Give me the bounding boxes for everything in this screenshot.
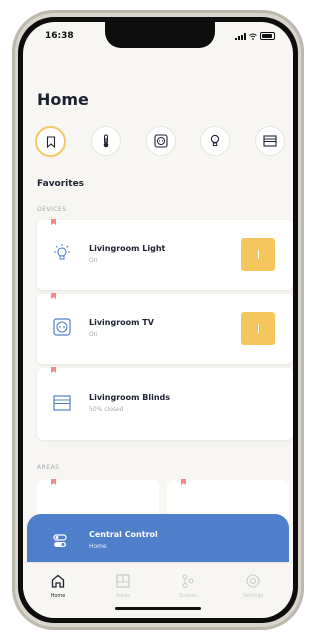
device-state: On — [89, 257, 98, 264]
pin-icon — [51, 293, 56, 299]
power-icon — [257, 324, 259, 333]
pin-icon — [51, 367, 56, 373]
notch — [105, 22, 215, 48]
category-lights[interactable] — [200, 126, 231, 156]
bookmark-icon — [46, 135, 55, 148]
pin-icon — [181, 479, 186, 485]
areas-label: AREAS — [37, 464, 60, 471]
device-card-livingroom-tv[interactable]: Livingroom TV On — [37, 293, 293, 364]
outlet-icon — [153, 134, 168, 148]
tab-label: Areas — [115, 593, 131, 599]
pin-icon — [51, 479, 56, 485]
thermometer-icon — [103, 134, 109, 148]
tab-label: Settings — [242, 593, 264, 599]
home-indicator[interactable] — [115, 607, 201, 610]
outlet-icon — [51, 316, 73, 338]
power-icon — [257, 250, 259, 259]
toggle-button[interactable] — [241, 238, 275, 271]
areas-icon — [116, 574, 130, 588]
category-climate[interactable] — [90, 126, 121, 156]
devices-label: DEVICES — [37, 206, 67, 213]
status-icons — [235, 32, 275, 40]
light-icon — [51, 242, 73, 264]
central-control-title: Central Control — [89, 530, 158, 539]
battery-icon — [260, 32, 275, 40]
device-card-livingroom-blinds[interactable]: Livingroom Blinds 50% closed — [37, 367, 293, 440]
device-card-livingroom-light[interactable]: Livingroom Light On — [37, 219, 293, 290]
central-control-subtitle: Home — [89, 543, 107, 550]
pin-icon — [51, 219, 56, 225]
tab-label: Scenes — [179, 593, 197, 599]
category-row — [35, 126, 285, 157]
favorites-heading: Favorites — [37, 179, 85, 189]
bulb-icon — [211, 134, 220, 147]
device-state: On — [89, 331, 98, 338]
category-outlets[interactable] — [145, 126, 176, 156]
tab-home[interactable]: Home — [33, 571, 83, 599]
home-icon — [51, 574, 65, 588]
device-name: Livingroom Blinds — [89, 393, 171, 402]
status-time: 16:38 — [45, 31, 74, 41]
app-screen: 16:38 Home Favorites DEVICES Livingroom … — [23, 22, 293, 618]
category-blinds[interactable] — [255, 126, 285, 156]
category-favorites[interactable] — [35, 126, 66, 157]
wifi-icon — [249, 33, 257, 40]
blinds-icon — [51, 392, 73, 414]
toggle-button[interactable] — [241, 312, 275, 345]
signal-icon — [235, 32, 246, 40]
tab-areas[interactable]: Areas — [98, 571, 148, 599]
tab-scenes[interactable]: Scenes — [163, 571, 213, 599]
device-state: 50% closed — [89, 406, 124, 413]
central-control-icon — [53, 534, 67, 547]
device-name: Livingroom Light — [89, 244, 166, 253]
tab-settings[interactable]: Settings — [228, 571, 278, 599]
blinds-icon — [263, 135, 277, 147]
page-title: Home — [37, 90, 89, 109]
settings-icon — [246, 574, 260, 588]
tab-label: Home — [50, 593, 66, 599]
device-name: Livingroom TV — [89, 318, 154, 327]
scenes-icon — [182, 574, 194, 589]
